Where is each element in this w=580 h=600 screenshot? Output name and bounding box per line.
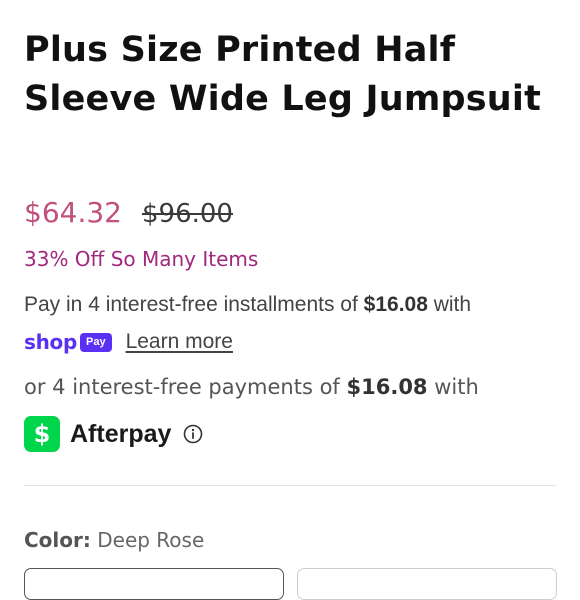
selected-color-value: Deep Rose — [97, 528, 205, 552]
cash-app-icon: $ — [24, 416, 60, 452]
afterpay-suffix: with — [427, 375, 479, 399]
product-info-panel: Plus Size Printed Half Sleeve Wide Leg J… — [0, 0, 580, 600]
compare-at-price: $96.00 — [141, 199, 233, 229]
afterpay-name: Afterpay — [70, 419, 172, 448]
price-row: $64.32 $96.00 — [24, 196, 233, 236]
afterpay-logo-row: $ Afterpay — [24, 416, 203, 452]
promo-text: 33% Off So Many Items — [24, 247, 259, 271]
color-swatch[interactable] — [297, 568, 557, 600]
afterpay-installments-text: or 4 interest-free payments of $16.08 wi… — [24, 375, 479, 399]
info-icon[interactable] — [183, 424, 203, 444]
shop-pay-suffix: with — [427, 293, 472, 316]
afterpay-amount: $16.08 — [346, 375, 428, 399]
sale-price: $64.32 — [24, 196, 122, 229]
color-option-label: Color: Deep Rose — [24, 528, 204, 552]
shop-pay-prefix: Pay in 4 interest-free installments of — [24, 293, 364, 316]
color-label: Color: — [24, 528, 91, 552]
shop-pay-logo: shop Pay — [24, 330, 112, 354]
shop-pay-logo-word: shop — [24, 330, 77, 354]
shop-pay-logo-badge: Pay — [80, 332, 112, 352]
product-title: Plus Size Printed Half Sleeve Wide Leg J… — [24, 30, 542, 119]
color-swatch-selected[interactable] — [24, 568, 284, 600]
shop-pay-installments-text: Pay in 4 interest-free installments of $… — [24, 293, 471, 317]
shop-pay-amount: $16.08 — [363, 293, 428, 316]
afterpay-prefix: or 4 interest-free payments of — [24, 375, 347, 399]
learn-more-link[interactable]: Learn more — [126, 330, 233, 354]
section-divider — [24, 485, 556, 486]
shop-pay-logo-row: shop Pay Learn more — [24, 328, 233, 356]
